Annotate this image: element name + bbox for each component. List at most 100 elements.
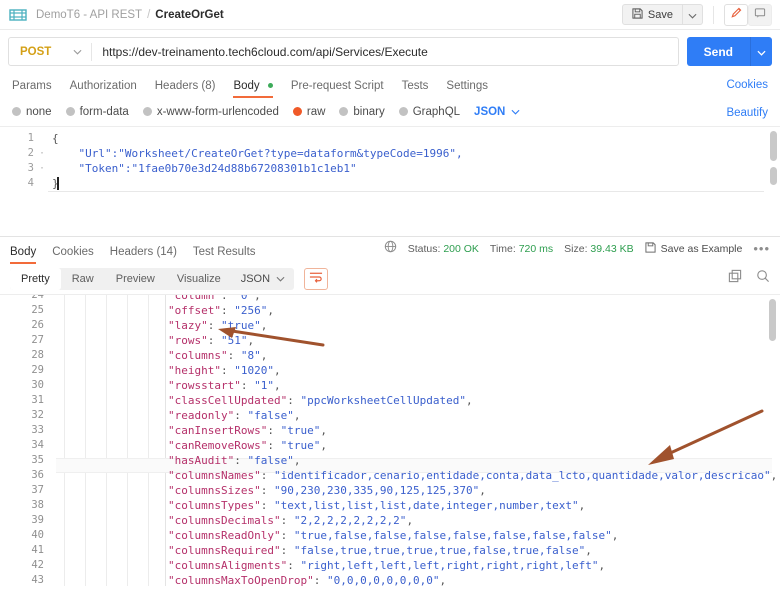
json-tail: , (320, 439, 327, 452)
save-button-label: Save (647, 8, 673, 21)
breadcrumb-collection[interactable]: DemoT6 - API REST (36, 9, 142, 21)
save-dropdown-button[interactable] (683, 4, 703, 25)
word-wrap-icon (309, 270, 323, 288)
status-info: Status: 200 OK (408, 243, 479, 255)
response-tab-headers[interactable]: Headers (14) (110, 246, 177, 264)
toolbar-divider (713, 5, 714, 24)
response-code-line: "columnsSizes": "90,230,230,335,90,125,1… (168, 483, 486, 498)
response-format-label: JSON (240, 272, 271, 285)
response-editor-scrollbar[interactable] (769, 299, 776, 341)
request-editor-scrollbar[interactable] (770, 131, 777, 161)
tab-label: Pre-request Script (290, 80, 384, 92)
editor-active-line-underline (48, 191, 764, 192)
response-tab-body[interactable]: Body (10, 246, 37, 264)
json-key: "columnsNames" (168, 469, 261, 482)
json-colon: : (220, 364, 235, 377)
json-key: "hasAudit" (168, 454, 235, 467)
response-line-number: 43 (31, 574, 44, 586)
body-type-binary[interactable]: binary (339, 105, 385, 118)
response-code-line-highlighted: "columnsNames": "identificador,cenario,e… (168, 468, 777, 483)
tab-label: Tests (401, 80, 429, 92)
fold-marker[interactable]: · (38, 146, 46, 161)
response-line-number: 28 (31, 349, 44, 361)
response-view-visualize[interactable]: Visualize (166, 268, 232, 290)
option-label: none (26, 105, 52, 118)
json-key: "rows" (168, 334, 208, 347)
raw-format-label: JSON (474, 105, 506, 118)
beautify-link[interactable]: Beautify (726, 107, 768, 119)
response-tab-cookies[interactable]: Cookies (52, 246, 94, 264)
response-view-preview[interactable]: Preview (105, 268, 166, 290)
save-as-example-button[interactable]: Save as Example (645, 242, 742, 256)
response-view-raw[interactable]: Raw (61, 268, 105, 290)
http-method-selector[interactable]: POST (9, 38, 91, 65)
fold-marker[interactable]: · (38, 161, 46, 176)
response-format-selector[interactable]: JSON (232, 268, 294, 290)
ellipsis-icon[interactable]: ••• (753, 242, 770, 255)
globe-icon (384, 240, 397, 258)
request-tab-authorization[interactable]: Authorization (70, 80, 137, 98)
option-label: GraphQL (412, 105, 461, 118)
response-tab-test-results[interactable]: Test Results (193, 246, 256, 264)
json-key: "columnsAligments" (168, 559, 288, 572)
indent-guide (85, 295, 86, 586)
request-tab-headers[interactable]: Headers (8) (155, 80, 216, 98)
tab-label: Headers (8) (154, 80, 216, 92)
tab-label: Body (10, 246, 37, 258)
response-code-line: "columnsDecimals": "2,2,2,2,2,2,2,2", (168, 513, 413, 528)
json-value: "identificador,cenario,entidade,conta,da… (273, 469, 771, 482)
code-gutter-edge (165, 295, 166, 586)
response-code-line: "rowsstart": "1", (168, 378, 281, 393)
postman-window: DemoT6 - API REST / CreateOrGet Save POS… (0, 0, 780, 605)
body-type-form-data[interactable]: form-data (65, 105, 129, 118)
json-key: "columnsDecimals" (168, 514, 281, 527)
copy-icon[interactable] (728, 269, 742, 288)
raw-format-selector[interactable]: JSON (474, 106, 520, 118)
json-value: "false" (247, 454, 294, 467)
word-wrap-toggle[interactable] (304, 267, 329, 290)
option-label: form-data (79, 105, 129, 118)
response-line-number: 26 (31, 319, 44, 331)
size-label: Size: (564, 243, 588, 255)
edit-request-button[interactable] (724, 3, 748, 26)
json-tail: , (273, 379, 281, 392)
radio-selected-icon (292, 107, 302, 116)
chevron-down-icon (757, 43, 766, 61)
time-info: Time: 720 ms (490, 243, 553, 255)
response-view-pretty[interactable]: Pretty (10, 267, 61, 290)
cookies-link-wrap: Cookies (726, 75, 768, 98)
request-tab-body[interactable]: Body (233, 80, 274, 98)
cookies-link[interactable]: Cookies (726, 79, 768, 91)
body-type-graphql[interactable]: GraphQL (398, 105, 461, 118)
response-view-selector: Pretty Raw Preview Visualize JSON (10, 267, 295, 290)
send-dropdown-button[interactable] (750, 37, 772, 66)
response-body-editor[interactable]: 24 25 26 27 28 29 30 31 32 33 34 35 36 3… (0, 294, 780, 586)
response-code-line: "columnsTypes": "text,list,list,list,dat… (168, 498, 585, 513)
tab-label: Settings (446, 80, 488, 92)
request-tab-tests[interactable]: Tests (402, 80, 429, 98)
breadcrumb-request-name: CreateOrGet (155, 8, 224, 21)
request-tab-settings[interactable]: Settings (446, 80, 488, 98)
json-tail: , (578, 499, 586, 512)
save-button[interactable]: Save (621, 4, 683, 25)
json-tail: , (770, 469, 778, 482)
body-type-raw[interactable]: raw (292, 106, 325, 118)
request-body-editor[interactable]: 1 2 3 4 · · { "Url":"Worksheet/CreateOrG… (0, 126, 780, 236)
search-icon[interactable] (756, 269, 770, 288)
json-colon: : (260, 469, 274, 482)
send-button[interactable]: Send (686, 37, 750, 66)
response-code-line: "rows": "51", (168, 333, 254, 348)
option-label: binary (353, 105, 385, 118)
json-key: "rowsstart" (168, 379, 241, 392)
json-value: "1020" (234, 364, 274, 377)
body-type-none[interactable]: none (12, 106, 52, 118)
json-tail: , (598, 559, 606, 572)
body-type-urlencoded[interactable]: x-www-form-urlencoded (142, 106, 279, 118)
request-editor-scrollbar-secondary[interactable] (770, 167, 777, 185)
request-tab-params[interactable]: Params (12, 80, 52, 98)
request-url-input[interactable] (92, 38, 678, 65)
json-tail: , (293, 454, 301, 467)
comments-button[interactable] (748, 3, 772, 26)
response-code-line: "columnsReadOnly": "true,false,false,fal… (168, 528, 618, 543)
request-tab-prerequest-script[interactable]: Pre-request Script (291, 80, 384, 98)
